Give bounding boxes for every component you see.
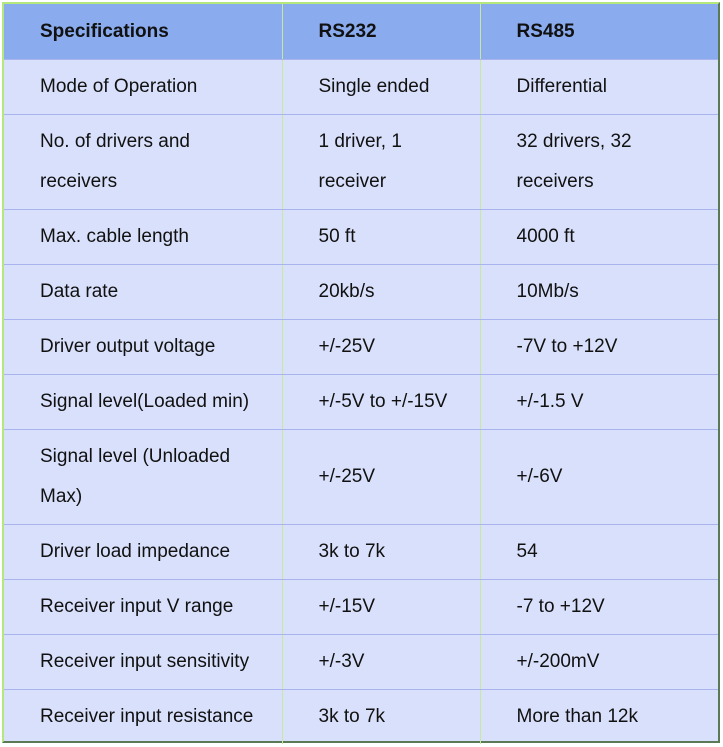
table-cell: -7V to +12V <box>480 319 718 375</box>
header-cell: Specifications <box>4 4 283 60</box>
table-row: Receiver input resistance 3k to 7k More th… <box>4 689 718 744</box>
table-row: Signal level(Loaded min) +/-5V to +/-15V +… <box>4 374 718 430</box>
table-cell: Signal level(Loaded min) <box>4 374 283 430</box>
table-cell: +/-15V <box>282 579 481 635</box>
header-row: Specifications RS232 RS485 <box>4 4 718 60</box>
table-cell: 1 driver, 1 receiver <box>282 114 481 210</box>
table-row: Mode of Operation Single ended Differentia… <box>4 59 718 115</box>
table-cell: Single ended <box>282 59 481 115</box>
table-cell: +/-25V <box>282 429 481 525</box>
table-row: Driver output voltage +/-25V -7V to +12V <box>4 319 718 375</box>
table-row: Data rate 20kb/s 10Mb/s <box>4 264 718 320</box>
table-cell: Driver load impedance <box>4 524 283 580</box>
table-row: Receiver input sensitivity +/-3V +/-200mV <box>4 634 718 690</box>
table-cell: +/-200mV <box>480 634 718 690</box>
rs232-rs485-comparison-table: Specifications RS232 RS485 Mode of Opera… <box>4 4 718 744</box>
table-cell: Mode of Operation <box>4 59 283 115</box>
table-cell: Differential <box>480 59 718 115</box>
table-cell: Data rate <box>4 264 283 320</box>
comparison-table-container: Specifications RS232 RS485 Mode of Opera… <box>2 2 720 744</box>
table-cell: More than 12k <box>516 706 638 727</box>
table-cell: 54 <box>480 524 718 580</box>
table-cell: +/-1.5 V <box>480 374 718 430</box>
table-cell: 32 drivers, 32 receivers <box>480 114 718 210</box>
table-cell: 10Mb/s <box>480 264 718 320</box>
table-row: Driver load impedance 3k to 7k 54 <box>4 524 718 580</box>
table-cell: +/-3V <box>282 634 481 690</box>
table-cell: 20kb/s <box>282 264 481 320</box>
table-cell: 3k to 7k <box>282 524 481 580</box>
table-row: Signal level (Unloaded Max) +/-25V +/-6V <box>4 429 718 525</box>
table-cell: 4000 ft <box>480 209 718 265</box>
table-cell: 3k to 7k <box>282 689 481 744</box>
table-cell: Driver output voltage <box>4 319 283 375</box>
table-row: Max. cable length 50 ft 4000 ft <box>4 209 718 265</box>
table-cell: +/-5V to +/-15V <box>282 374 481 430</box>
header-cell: RS232 <box>282 4 481 60</box>
table-cell: Receiver input sensitivity <box>4 634 283 690</box>
table-cell: Receiver input V range <box>4 579 283 635</box>
table-row: Receiver input V range +/-15V -7 to +12V <box>4 579 718 635</box>
table-cell: Max. cable length <box>4 209 283 265</box>
table-cell: +/-6V <box>480 429 718 525</box>
table-cell: +/-25V <box>282 319 481 375</box>
table-cell: Signal level (Unloaded Max) <box>4 429 283 525</box>
table-cell: No. of drivers and receivers <box>4 114 283 210</box>
table-cell: -7 to +12V <box>480 579 718 635</box>
table-cell: 50 ft <box>282 209 481 265</box>
header-cell: RS485 <box>480 4 718 60</box>
table-cell: Receiver input resistance <box>4 689 283 744</box>
table-row: No. of drivers and receivers 1 driver, 1 … <box>4 114 718 210</box>
